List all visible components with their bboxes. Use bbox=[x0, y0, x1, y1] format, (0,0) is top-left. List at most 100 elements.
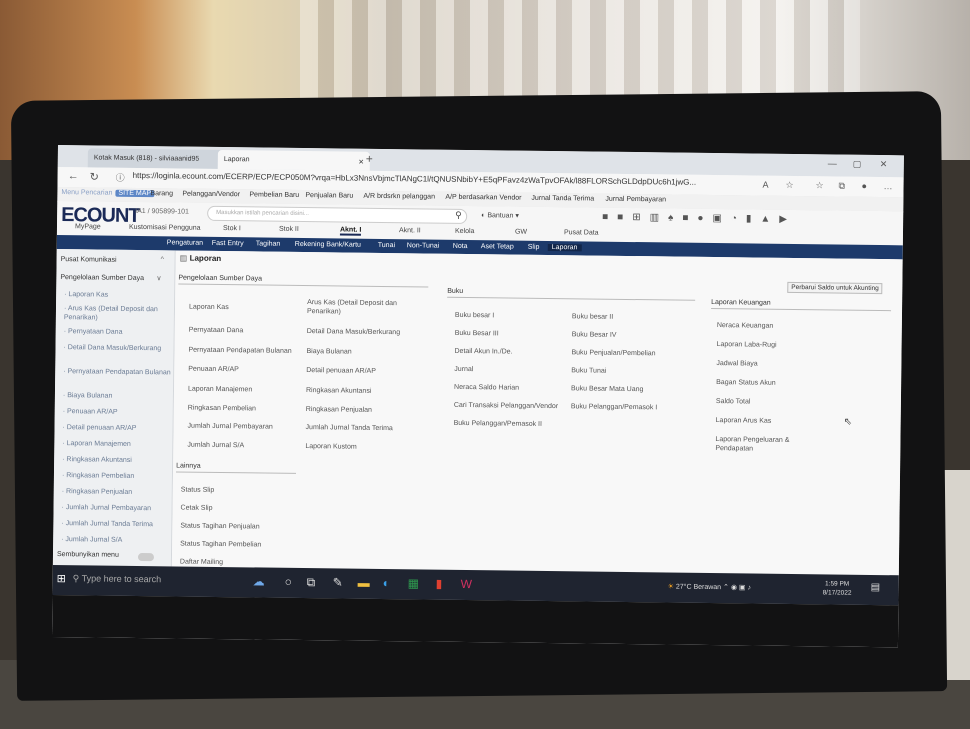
link-buku-besar-4[interactable]: Buku Besar IV bbox=[572, 330, 617, 340]
link-laporan-arus-kas[interactable]: Laporan Arus Kas bbox=[716, 416, 772, 426]
link-cari-transaksi[interactable]: Cari Transaksi Pelanggan/Vendor bbox=[454, 401, 558, 411]
sidebar-item-ringkasan-pembelian[interactable]: · Ringkasan Pembelian bbox=[62, 471, 172, 481]
browser-tab-laporan[interactable]: Laporan × bbox=[217, 149, 370, 171]
menu-aknt-1[interactable]: Aknt. I bbox=[339, 226, 362, 236]
link-saldo-total[interactable]: Saldo Total bbox=[716, 397, 751, 406]
fav-jurnal-pembayaran[interactable]: Jurnal Pembayaran bbox=[605, 196, 666, 204]
subnav-tagihan[interactable]: Tagihan bbox=[256, 240, 281, 247]
sidebar-item-pendapatan-bulanan[interactable]: · Pernyataan Pendapatan Bulanan bbox=[63, 367, 173, 377]
collections-icon[interactable]: ⧉ bbox=[838, 181, 846, 192]
sitemap-button[interactable]: SITE MAP bbox=[115, 189, 155, 198]
link-buku-tunai[interactable]: Buku Tunai bbox=[571, 366, 606, 375]
link-laba-rugi[interactable]: Laporan Laba-Rugi bbox=[717, 340, 777, 350]
menu-pusat-data[interactable]: Pusat Data bbox=[564, 229, 599, 236]
subnav-aset-tetap[interactable]: Aset Tetap bbox=[481, 243, 514, 250]
weather-widget-icon[interactable]: ☁ bbox=[253, 574, 265, 588]
subnav-rekening[interactable]: Rekening Bank/Kartu bbox=[295, 241, 361, 249]
menu-kustomisasi[interactable]: Kustomisasi Pengguna bbox=[129, 224, 201, 232]
taskbar-search[interactable]: ⚲ Type here to search bbox=[73, 573, 162, 585]
sidebar-item-jurnal-tanda-terima[interactable]: · Jumlah Jurnal Tanda Terima bbox=[61, 519, 171, 529]
link-detail-penuaan[interactable]: Detail penuaan AR/AP bbox=[306, 366, 376, 376]
notification-icon[interactable]: ▤ bbox=[871, 582, 881, 593]
subnav-slip[interactable]: Slip bbox=[528, 244, 540, 251]
link-status-slip[interactable]: Status Slip bbox=[181, 486, 215, 495]
new-tab-icon[interactable]: + bbox=[366, 152, 373, 166]
cortana-icon[interactable]: ○ bbox=[285, 575, 292, 589]
link-tagihan-penjualan[interactable]: Status Tagihan Penjualan bbox=[180, 522, 259, 532]
sidebar-item-pernyataan-dana[interactable]: · Pernyataan Dana bbox=[64, 327, 174, 337]
favorite-icon[interactable]: ☆ bbox=[785, 180, 794, 191]
subnav-laporan[interactable]: Laporan bbox=[547, 243, 582, 252]
task-view-icon[interactable]: ⧉ bbox=[307, 575, 316, 590]
chevron-up-icon[interactable]: ^ bbox=[161, 256, 164, 263]
menu-stok-2[interactable]: Stok II bbox=[279, 226, 299, 233]
link-buku-penjualan[interactable]: Buku Penjualan/Pembelian bbox=[571, 348, 655, 358]
search-input[interactable]: Masukkan istilah pencarian disini... bbox=[207, 205, 468, 225]
pen-icon[interactable]: ✎ bbox=[333, 575, 343, 589]
fav-pelanggan-vendor[interactable]: Pelanggan/Vendor bbox=[182, 191, 240, 199]
sidebar-item-penuaan[interactable]: · Penuaan AR/AP bbox=[63, 407, 173, 417]
update-balance-button[interactable]: Perbarui Saldo untuk Akunting bbox=[787, 281, 883, 295]
sidebar-item-ringkasan-akuntansi[interactable]: · Ringkasan Akuntansi bbox=[62, 455, 172, 465]
link-laporan-kustom[interactable]: Laporan Kustom bbox=[305, 442, 356, 452]
link-tagihan-pembelian[interactable]: Status Tagihan Pembelian bbox=[180, 540, 261, 550]
link-ringkasan-pembelian[interactable]: Ringkasan Pembelian bbox=[188, 404, 256, 414]
subnav-tunai[interactable]: Tunai bbox=[378, 242, 395, 249]
header-toolbar-icons[interactable]: ■■⊞▥♠■●▣◔▮▲▶ bbox=[602, 212, 796, 225]
link-ringkasan-penjualan[interactable]: Ringkasan Penjualan bbox=[306, 405, 372, 415]
sidebar-item-pengelolaan[interactable]: Pengelolaan Sumber Daya bbox=[60, 273, 170, 283]
link-laporan-manajemen[interactable]: Laporan Manajemen bbox=[188, 385, 252, 395]
link-buku-besar-2[interactable]: Buku besar II bbox=[572, 312, 613, 322]
link-jurnal-tanda-terima[interactable]: Jumlah Jurnal Tanda Terima bbox=[306, 423, 393, 433]
reload-icon[interactable]: ↻ bbox=[90, 170, 99, 183]
menu-stok-1[interactable]: Stok I bbox=[223, 225, 241, 232]
link-bagan-status-akun[interactable]: Bagan Status Akun bbox=[716, 378, 776, 388]
fav-ap-vendor[interactable]: A/P berdasarkan Vendor bbox=[445, 194, 521, 202]
help-button[interactable]: ◐ Bantuan ▾ bbox=[481, 211, 519, 219]
sidebar-item-biaya-bulanan[interactable]: · Biaya Bulanan bbox=[63, 391, 173, 401]
subnav-nota[interactable]: Nota bbox=[453, 243, 468, 250]
link-penuaan[interactable]: Penuaan AR/AP bbox=[188, 365, 239, 375]
search-icon[interactable]: ⚲ bbox=[455, 210, 462, 221]
office-icon[interactable]: ▮ bbox=[436, 577, 443, 591]
close-icon[interactable]: × bbox=[358, 156, 363, 166]
link-ringkasan-akuntansi[interactable]: Ringkasan Akuntansi bbox=[306, 386, 371, 396]
window-close-icon[interactable]: ✕ bbox=[880, 159, 888, 170]
subnav-fast-entry[interactable]: Fast Entry bbox=[212, 240, 244, 247]
menu-kelola[interactable]: Kelola bbox=[455, 228, 475, 235]
menu-mypage[interactable]: MyPage bbox=[75, 223, 101, 230]
link-pendapatan-bulanan[interactable]: Pernyataan Pendapatan Bulanan bbox=[188, 346, 291, 356]
browser-tab-mail[interactable]: Kotak Masuk (818) - silviaaanid95 × bbox=[87, 148, 230, 170]
sidebar-item-jurnal-pembayaran[interactable]: · Jumlah Jurnal Pembayaran bbox=[62, 503, 172, 513]
link-buku-besar-3[interactable]: Buku Besar III bbox=[455, 329, 499, 339]
link-detail-akun[interactable]: Detail Akun In./De. bbox=[454, 347, 512, 357]
menu-gw[interactable]: GW bbox=[515, 229, 527, 236]
file-explorer-icon[interactable]: ▬ bbox=[358, 576, 370, 590]
edge-icon[interactable]: ◐ bbox=[383, 576, 390, 590]
link-buku-pelanggan-2[interactable]: Buku Pelanggan/Pemasok II bbox=[454, 419, 542, 429]
link-pengeluaran-pendapatan[interactable]: Laporan Pengeluaran & Pendapatan bbox=[715, 435, 825, 454]
excel-icon[interactable]: ▦ bbox=[408, 576, 420, 590]
sidebar-item-ringkasan-penjualan[interactable]: · Ringkasan Penjualan bbox=[62, 487, 172, 497]
menu-aknt-2[interactable]: Aknt. II bbox=[399, 227, 421, 234]
fav-pembelian-baru[interactable]: Pembelian Baru bbox=[249, 191, 299, 199]
link-neraca-saldo-harian[interactable]: Neraca Saldo Harian bbox=[454, 383, 519, 393]
link-pernyataan-dana[interactable]: Pernyataan Dana bbox=[189, 326, 244, 336]
link-buku-mata-uang[interactable]: Buku Besar Mata Uang bbox=[571, 384, 643, 394]
link-jurnal-pembayaran[interactable]: Jumlah Jurnal Pembayaran bbox=[188, 422, 273, 432]
subnav-non-tunai[interactable]: Non-Tunai bbox=[407, 242, 440, 249]
link-detail-dana[interactable]: Detail Dana Masuk/Berkurang bbox=[307, 327, 400, 337]
chevron-down-icon[interactable]: ∨ bbox=[156, 274, 161, 282]
sidebar-item-detail-penuaan[interactable]: · Detail penuaan AR/AP bbox=[62, 423, 172, 433]
fav-barang[interactable]: Barang bbox=[150, 190, 173, 197]
link-neraca-keuangan[interactable]: Neraca Keuangan bbox=[717, 321, 774, 331]
sidebar-item-pusat-komunikasi[interactable]: Pusat Komunikasi bbox=[61, 255, 171, 265]
windows-start-icon[interactable]: ⊞ bbox=[57, 572, 66, 585]
maximize-icon[interactable]: ▢ bbox=[853, 159, 862, 170]
profile-icon[interactable]: ● bbox=[862, 181, 868, 191]
link-cetak-slip[interactable]: Cetak Slip bbox=[181, 504, 213, 513]
fav-penjualan-baru[interactable]: Penjualan Baru bbox=[305, 192, 353, 200]
sidebar-item-laporan-manajemen[interactable]: · Laporan Manajemen bbox=[62, 439, 172, 449]
fav-jurnal-tanda-terima[interactable]: Jurnal Tanda Terima bbox=[531, 195, 594, 203]
wps-icon[interactable]: W bbox=[461, 577, 472, 591]
